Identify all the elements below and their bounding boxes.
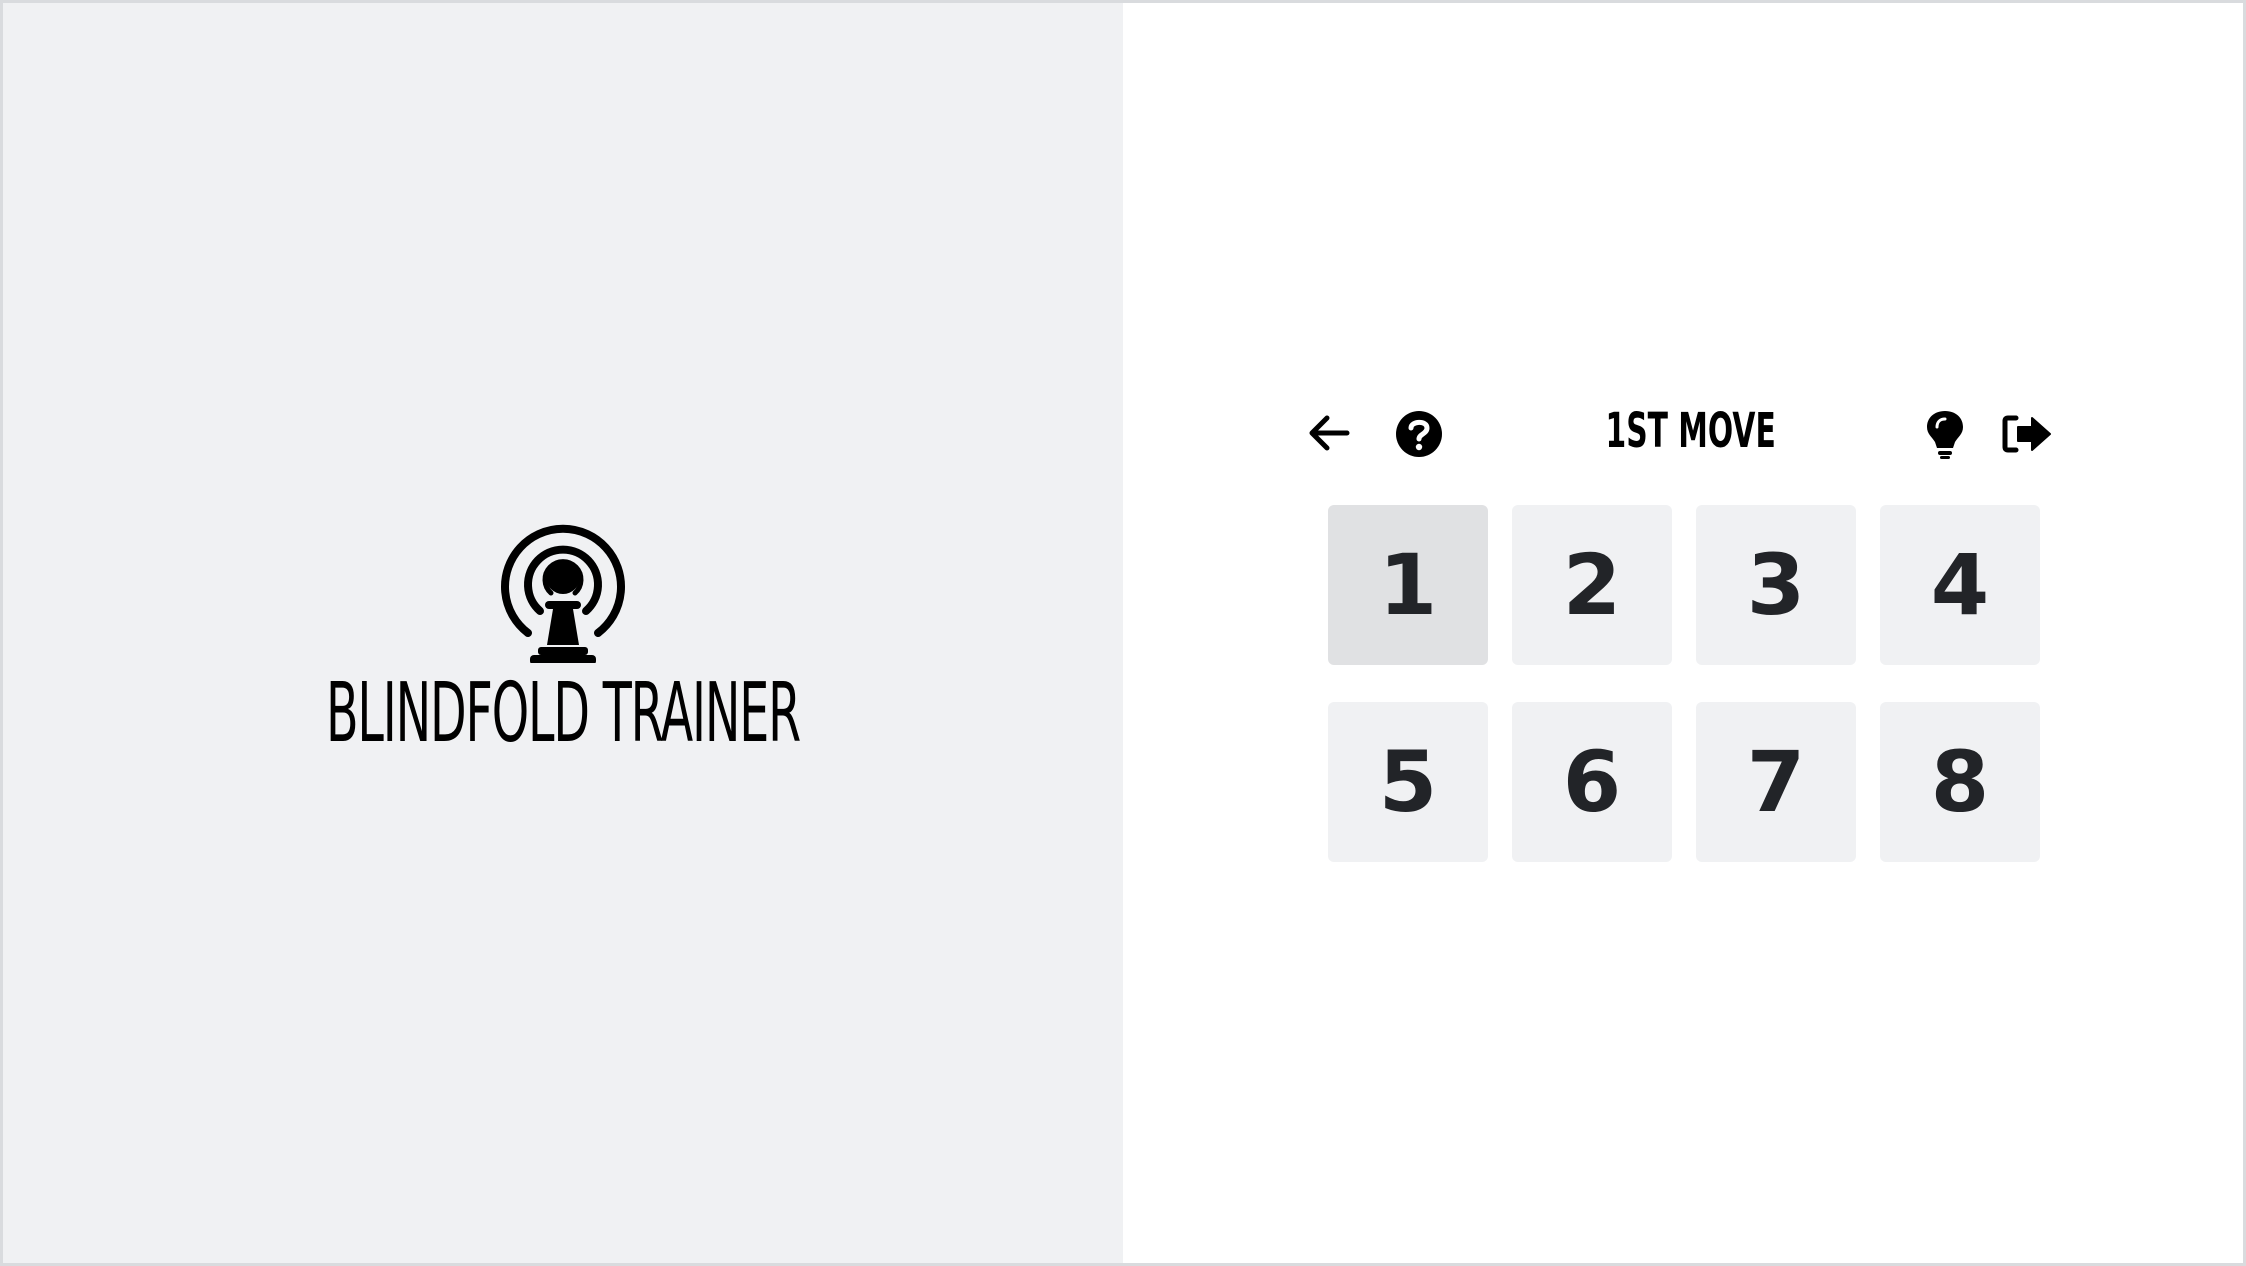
brand-panel: BLINDFOLD TRAINER: [3, 3, 1123, 1263]
move-title: 1ST MOVE: [1605, 403, 1776, 459]
number-button-2[interactable]: 2: [1512, 505, 1672, 665]
app-title: BLINDFOLD TRAINER: [325, 666, 801, 761]
number-button-5[interactable]: 5: [1328, 702, 1488, 862]
number-grid: 1 2 3 4 5 6 7 8: [1328, 505, 2042, 862]
broadcast-pawn-icon: [501, 524, 625, 663]
arrow-left-icon[interactable]: [1301, 405, 1357, 461]
app-frame: BLINDFOLD TRAINER 1ST MOVE 1 2 3 4 5 6 7…: [0, 0, 2246, 1266]
sign-out-icon[interactable]: [2001, 406, 2057, 462]
number-button-1[interactable]: 1: [1328, 505, 1488, 665]
question-circle-icon[interactable]: [1391, 406, 1447, 462]
number-button-3[interactable]: 3: [1696, 505, 1856, 665]
number-button-8[interactable]: 8: [1880, 702, 2040, 862]
number-button-4[interactable]: 4: [1880, 505, 2040, 665]
number-button-6[interactable]: 6: [1512, 702, 1672, 862]
number-button-7[interactable]: 7: [1696, 702, 1856, 862]
lightbulb-icon[interactable]: [1917, 406, 1973, 462]
